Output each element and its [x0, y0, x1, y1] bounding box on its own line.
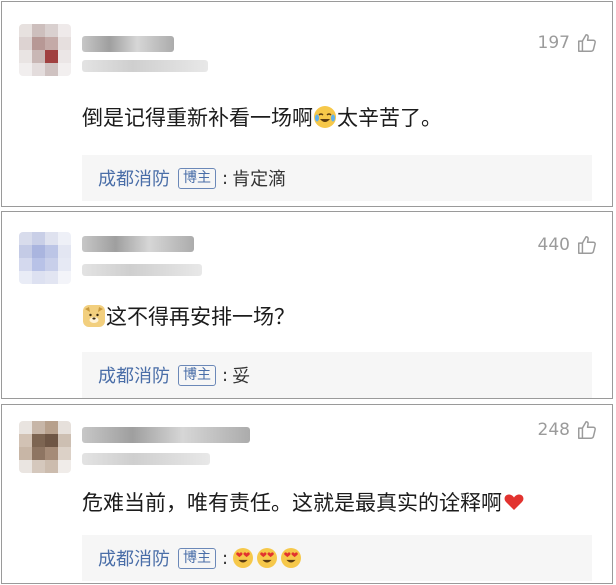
reply-box[interactable]: 成都消防 博主 : [82, 535, 592, 581]
reply-box[interactable]: 成都消防 博主 : 肯定滴 [82, 155, 592, 201]
reply-author-link[interactable]: 成都消防 [98, 362, 170, 388]
like-button[interactable]: 197 [538, 32, 598, 54]
reply-text: 肯定滴 [232, 169, 287, 190]
like-count: 248 [537, 420, 570, 440]
comment-text: 危难当前，唯有责任。这就是最真实的诠释啊 [82, 487, 526, 517]
comment-text: 这不得再安排一场？ [82, 301, 295, 331]
like-count: 197 [537, 33, 570, 53]
like-button[interactable]: 248 [538, 419, 598, 441]
thumb-up-icon [578, 236, 596, 254]
cry-laugh-emoji [314, 106, 336, 128]
blogger-badge: 博主 [178, 364, 216, 386]
thumb-up-icon [578, 421, 596, 439]
meta-blurred [82, 264, 202, 276]
comment-card: 197 倒是记得重新补看一场啊 太辛苦了。 成都消防 博主 : 肯定滴 [1, 1, 613, 207]
blogger-badge: 博主 [178, 547, 216, 569]
reply-text: 妥 [232, 366, 251, 387]
reply-author-link[interactable]: 成都消防 [98, 545, 170, 571]
like-count: 440 [537, 235, 570, 255]
meta-blurred [82, 453, 210, 465]
doge-emoji [83, 305, 105, 327]
username-blurred[interactable] [82, 36, 174, 52]
thumb-up-icon [578, 34, 596, 52]
meta-blurred [82, 60, 208, 72]
comment-card: 248 危难当前，唯有责任。这就是最真实的诠释啊 成都消防 博主 : [1, 404, 613, 584]
reply-box[interactable]: 成都消防 博主 : 妥 [82, 352, 592, 398]
comment-text: 倒是记得重新补看一场啊 太辛苦了。 [82, 106, 442, 130]
heart-eyes-emoji [233, 548, 254, 568]
heart-eyes-emoji [281, 548, 302, 568]
comment-card: 440 这不得再安排一场？ 成都消防 博主 : 妥 [1, 211, 613, 399]
avatar[interactable] [19, 24, 71, 76]
red-heart-emoji [503, 491, 525, 513]
reply-author-link[interactable]: 成都消防 [98, 165, 170, 191]
like-button[interactable]: 440 [538, 234, 598, 256]
avatar[interactable] [19, 421, 71, 473]
avatar[interactable] [19, 232, 71, 284]
blogger-badge: 博主 [178, 167, 216, 189]
username-blurred[interactable] [82, 427, 250, 443]
heart-eyes-emoji [257, 548, 278, 568]
username-blurred[interactable] [82, 236, 194, 252]
